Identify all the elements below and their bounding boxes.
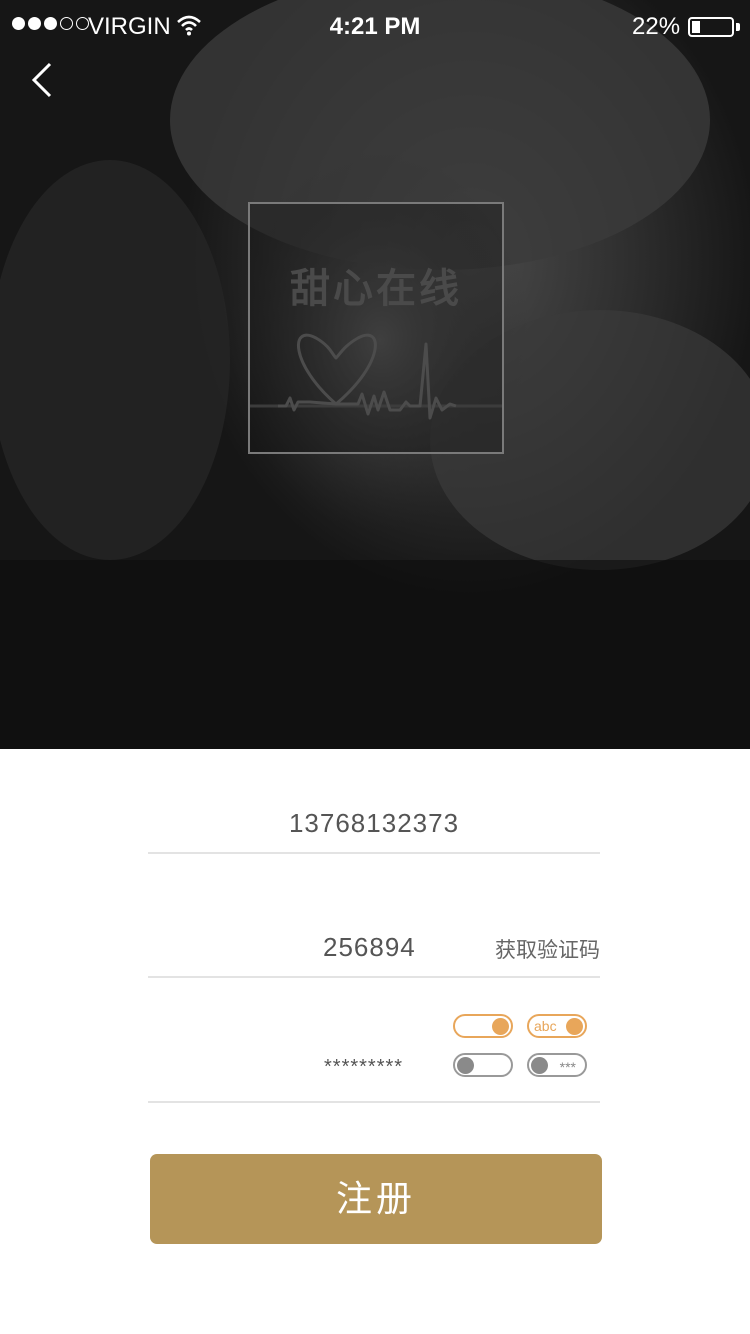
toggle-mask-label: *** — [559, 1059, 576, 1075]
phone-input[interactable]: 13768132373 — [148, 808, 600, 839]
password-input[interactable]: ********* — [324, 1056, 403, 1079]
get-code-button[interactable]: 获取验证码 — [495, 934, 600, 964]
battery-fill — [692, 21, 700, 33]
code-input[interactable]: 256894 — [323, 932, 416, 963]
mask-password-toggle[interactable]: *** — [527, 1053, 587, 1077]
toggle-knob — [566, 1018, 583, 1035]
hero-background: VIRGIN 4:21 PM 22% 甜心在线 — [0, 0, 750, 749]
back-button[interactable] — [26, 56, 66, 104]
toggle-knob — [492, 1018, 509, 1035]
battery-percent: 22% — [632, 13, 681, 40]
app-logo: 甜心在线 — [248, 202, 504, 454]
battery-tip — [736, 23, 740, 31]
chevron-left-icon — [31, 62, 52, 98]
toggle-switch-on[interactable] — [453, 1014, 513, 1038]
battery-icon — [688, 17, 734, 37]
heart-pulse-icon — [250, 333, 502, 420]
show-text-toggle[interactable]: abc — [527, 1014, 587, 1038]
toggle-knob — [531, 1057, 548, 1074]
toggle-switch-off[interactable] — [453, 1053, 513, 1077]
toggle-abc-label: abc — [534, 1018, 557, 1034]
register-button[interactable]: 注册 — [150, 1154, 602, 1244]
logo-text: 甜心在线 — [290, 267, 462, 311]
toggle-knob — [457, 1057, 474, 1074]
status-bar: VIRGIN 4:21 PM 22% — [0, 0, 750, 54]
